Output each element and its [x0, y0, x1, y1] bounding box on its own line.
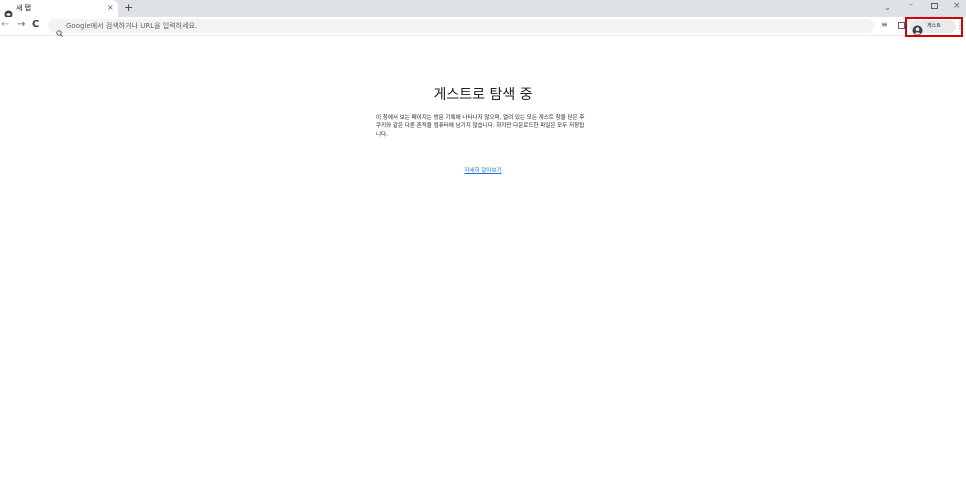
learn-more-link[interactable]: 자세히 알아보기 [420, 166, 546, 174]
guest-description: 이 창에서 보는 페이지는 방문 기록에 나타나지 않으며, 열려 있는 모든 … [376, 115, 585, 138]
tab-search-chevron-icon[interactable]: ⌄ [884, 3, 891, 12]
tab-new-tab[interactable]: 새 탭 × [0, 0, 118, 19]
profile-button[interactable]: 게스트 [910, 20, 956, 36]
reading-list-icon[interactable]: ≡ [881, 20, 888, 29]
tab-close-icon[interactable]: × [107, 2, 114, 14]
restore-button[interactable] [931, 3, 938, 9]
tab-strip: 새 탭 × + ⌄ – × [0, 0, 966, 19]
address-bar[interactable]: Google에서 검색하거나 URL을 입력하세요. [48, 19, 874, 37]
side-panel-icon[interactable] [898, 22, 905, 29]
profile-label: 게스트 [927, 23, 941, 29]
globe-icon [4, 4, 13, 19]
tab-title: 새 탭 [16, 4, 32, 12]
new-tab-button[interactable]: + [124, 1, 133, 15]
menu-icon[interactable]: ⋮ [956, 19, 964, 33]
minimize-button[interactable]: – [909, 0, 913, 9]
page-title: 게스트로 탐색 중 [433, 87, 533, 103]
address-bar-placeholder: Google에서 검색하거나 URL을 입력하세요. [66, 22, 198, 30]
reload-button[interactable]: C [32, 18, 39, 32]
forward-button[interactable]: → [17, 18, 25, 32]
search-icon [56, 22, 63, 37]
back-button[interactable]: ← [1, 18, 9, 32]
guest-page: 게스트로 탐색 중 이 창에서 보는 페이지는 방문 기록에 나타나지 않으며,… [0, 37, 966, 499]
browser-toolbar: ← → C Google에서 검색하거나 URL을 입력하세요. ≡ [0, 17, 966, 37]
guest-avatar-icon [912, 21, 923, 36]
close-window-button[interactable]: × [953, 1, 961, 11]
